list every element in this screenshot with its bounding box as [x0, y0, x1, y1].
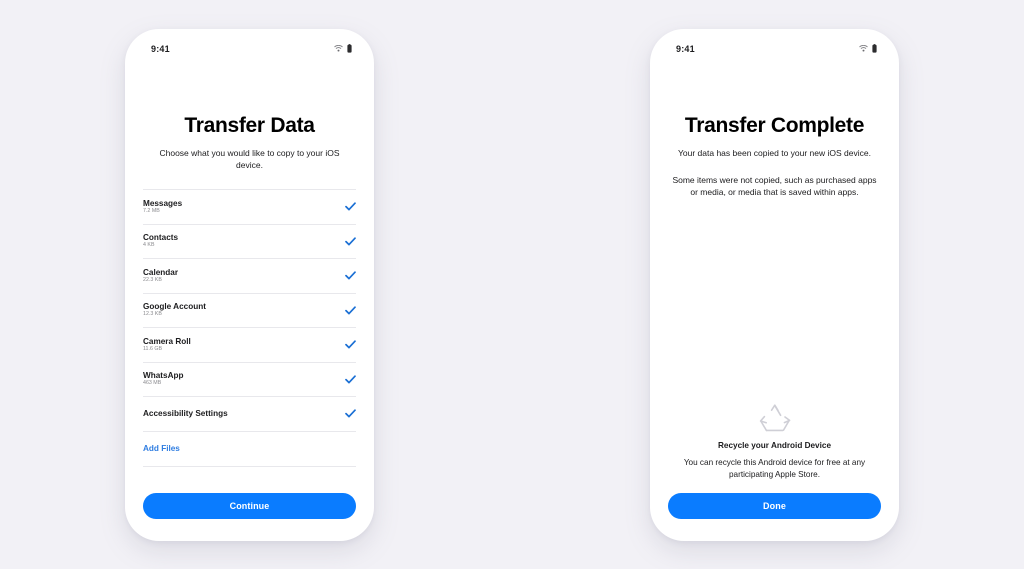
- list-item[interactable]: Calendar 22.3 KB: [143, 258, 356, 293]
- page-subtitle: Choose what you would like to copy to yo…: [159, 147, 340, 170]
- check-icon[interactable]: [345, 409, 356, 418]
- recycle-title: Recycle your Android Device: [718, 440, 831, 450]
- recycle-text: You can recycle this Android device for …: [683, 457, 866, 479]
- page-title: Transfer Data: [184, 113, 315, 137]
- status-icons: [334, 44, 352, 53]
- battery-icon: [872, 44, 877, 53]
- add-files-link[interactable]: Add Files: [143, 444, 180, 453]
- footer-left: Continue: [125, 481, 374, 541]
- check-icon[interactable]: [345, 271, 356, 280]
- transfer-note: Some items were not copied, such as purc…: [672, 174, 877, 198]
- list-item[interactable]: Camera Roll 11.6 GB: [143, 327, 356, 362]
- check-icon[interactable]: [345, 340, 356, 349]
- check-icon[interactable]: [345, 306, 356, 315]
- list-item[interactable]: Accessibility Settings: [143, 396, 356, 431]
- list-item-label: Accessibility Settings: [143, 408, 228, 418]
- screenshot-stage: 9:41 Transfer Data Choose what you would…: [0, 0, 1024, 569]
- done-button[interactable]: Done: [668, 492, 881, 519]
- list-item-size: 22.3 KB: [143, 276, 162, 283]
- check-icon[interactable]: [345, 375, 356, 384]
- list-item-text: Messages 7.2 MB: [143, 199, 182, 215]
- screen-body-left: Transfer Data Choose what you would like…: [125, 69, 374, 481]
- list-item-text: Google Account 12.3 KB: [143, 302, 206, 318]
- wifi-icon: [859, 45, 868, 52]
- status-icons: [859, 44, 877, 53]
- screen-body-right: Transfer Complete Your data has been cop…: [650, 69, 899, 481]
- list-item-label: Messages: [143, 198, 183, 208]
- list-item[interactable]: Contacts 4 KB: [143, 223, 356, 259]
- continue-button[interactable]: Continue: [143, 492, 356, 519]
- list-item-label: WhatsApp: [143, 371, 184, 381]
- status-time: 9:41: [676, 43, 695, 54]
- list-item-text: Accessibility Settings: [143, 409, 228, 419]
- recycle-icon: [758, 404, 792, 434]
- battery-icon: [347, 44, 352, 53]
- list-item[interactable]: Google Account 12.3 KB: [143, 292, 356, 328]
- list-item-text: WhatsApp 463 MB: [143, 371, 183, 387]
- list-item-text: Contacts 4 KB: [143, 233, 178, 249]
- list-item[interactable]: WhatsApp 463 MB: [143, 361, 356, 397]
- list-item-size: 4 KB: [143, 242, 155, 249]
- list-item-text: Calendar 22.3 KB: [143, 268, 178, 284]
- check-icon[interactable]: [345, 237, 356, 246]
- status-bar-right: 9:41: [650, 29, 899, 69]
- transfer-items-list: Messages 7.2 MB Contacts 4 KB Calendar 2…: [125, 189, 374, 467]
- list-item-text: Camera Roll 11.6 GB: [143, 337, 191, 353]
- phone-transfer-complete: 9:41 Transfer Complete Your data has bee…: [650, 28, 899, 541]
- list-item-label: Contacts: [143, 233, 179, 243]
- list-item-label: Calendar: [143, 267, 179, 277]
- footer-right: Done: [650, 481, 899, 541]
- list-item-size: 12.3 KB: [143, 311, 162, 318]
- page-subtitle: Your data has been copied to your new iO…: [678, 147, 871, 158]
- list-item-label: Google Account: [143, 302, 206, 312]
- page-title: Transfer Complete: [684, 113, 865, 137]
- recycle-section: Recycle your Android Device You can recy…: [650, 404, 899, 481]
- check-icon[interactable]: [345, 202, 356, 211]
- list-item-size: 463 MB: [143, 380, 162, 387]
- status-bar-left: 9:41: [125, 29, 374, 69]
- list-item-size: 7.2 MB: [143, 207, 160, 214]
- list-item-label: Camera Roll: [143, 336, 191, 346]
- wifi-icon: [334, 45, 343, 52]
- list-item-size: 11.6 GB: [143, 345, 163, 352]
- add-files-row[interactable]: Add Files: [143, 430, 356, 467]
- phone-transfer-data: 9:41 Transfer Data Choose what you would…: [125, 28, 374, 541]
- list-item[interactable]: Messages 7.2 MB: [143, 189, 356, 224]
- status-time: 9:41: [151, 43, 170, 54]
